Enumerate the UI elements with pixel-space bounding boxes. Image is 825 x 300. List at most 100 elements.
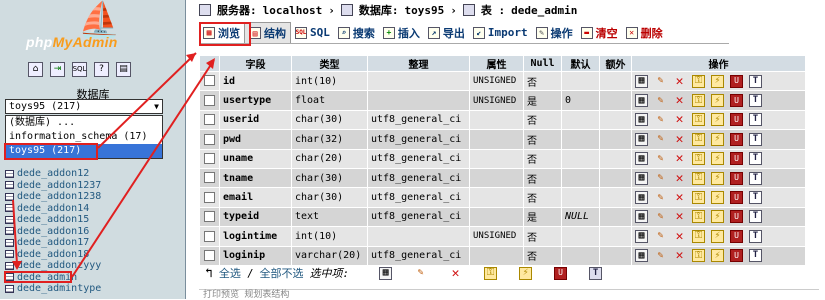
- unique-icon[interactable]: U: [730, 171, 743, 185]
- field-name[interactable]: tname: [219, 167, 292, 189]
- table-list-item[interactable]: dede_addon17: [5, 237, 101, 249]
- browse-icon[interactable]: ▦: [635, 210, 648, 224]
- unique-icon[interactable]: U: [730, 229, 743, 243]
- delete-icon[interactable]: ✕: [673, 191, 686, 204]
- field-name[interactable]: pwd: [219, 129, 292, 150]
- fulltext-icon[interactable]: T: [589, 266, 603, 280]
- fulltext-icon[interactable]: T: [749, 152, 762, 166]
- fulltext-icon[interactable]: T: [749, 74, 762, 88]
- table-list-item[interactable]: dede_addon14: [5, 203, 101, 215]
- delete-icon[interactable]: ✕: [673, 113, 686, 126]
- row-checkbox[interactable]: [204, 191, 215, 203]
- delete-icon[interactable]: ✕: [673, 75, 686, 88]
- table-list-item[interactable]: dede_addon18: [5, 249, 101, 261]
- row-checkbox[interactable]: [204, 249, 215, 261]
- bottom-links[interactable]: 打印预览 规划表结构: [199, 289, 819, 300]
- database-option[interactable]: information_schema (17): [6, 130, 162, 144]
- primary-key-icon[interactable]: ⚿: [692, 229, 705, 243]
- field-name[interactable]: email: [219, 187, 292, 208]
- table-list-item[interactable]: dede_addon16: [5, 226, 101, 238]
- breadcrumb-database[interactable]: toys95: [404, 4, 444, 17]
- uncheck-all-link[interactable]: 全部不选: [259, 265, 303, 281]
- index-icon[interactable]: ⚡: [711, 249, 724, 263]
- edit-icon[interactable]: ✎: [654, 249, 667, 262]
- table-list-item[interactable]: dede_addon1237: [5, 180, 101, 192]
- row-checkbox[interactable]: [204, 94, 215, 106]
- edit-icon[interactable]: ✎: [414, 267, 427, 280]
- unique-icon[interactable]: U: [730, 152, 743, 166]
- tab-empty[interactable]: ▬ 清空: [577, 22, 622, 43]
- browse-icon[interactable]: ▦: [635, 152, 648, 166]
- browse-icon[interactable]: ▦: [635, 249, 648, 263]
- browse-icon[interactable]: ▦: [635, 94, 648, 108]
- database-option[interactable]: (数据库) ...: [6, 116, 162, 130]
- row-checkbox[interactable]: [204, 172, 215, 184]
- edit-icon[interactable]: ✎: [654, 94, 667, 107]
- field-name[interactable]: uname: [219, 148, 292, 169]
- index-icon[interactable]: ⚡: [711, 74, 724, 88]
- unique-icon[interactable]: U: [730, 74, 743, 88]
- unique-icon[interactable]: U: [730, 94, 743, 108]
- primary-key-icon[interactable]: ⚿: [692, 249, 705, 263]
- browse-icon[interactable]: ▦: [635, 113, 648, 127]
- checkbox-cell[interactable]: [199, 226, 220, 247]
- unique-icon[interactable]: U: [554, 266, 568, 280]
- check-all-link[interactable]: 全选: [219, 265, 241, 281]
- exit-icon[interactable]: ⇥: [50, 62, 65, 77]
- row-checkbox[interactable]: [204, 230, 215, 242]
- index-icon[interactable]: ⚡: [711, 113, 724, 127]
- browse-icon[interactable]: ▦: [635, 229, 648, 243]
- breadcrumb-server[interactable]: localhost: [263, 4, 323, 17]
- fulltext-icon[interactable]: T: [749, 113, 762, 127]
- edit-icon[interactable]: ✎: [654, 210, 667, 223]
- tab-structure[interactable]: ▤ 结构: [244, 22, 291, 43]
- field-name[interactable]: logintime: [219, 226, 292, 247]
- primary-key-icon[interactable]: ⚿: [484, 266, 498, 280]
- field-name[interactable]: id: [219, 70, 292, 92]
- checkbox-cell[interactable]: [199, 245, 220, 266]
- edit-icon[interactable]: ✎: [654, 133, 667, 146]
- primary-key-icon[interactable]: ⚿: [692, 191, 705, 205]
- docs-icon[interactable]: ▤: [116, 62, 131, 77]
- browse-icon[interactable]: ▦: [635, 191, 648, 205]
- row-checkbox[interactable]: [204, 75, 215, 87]
- unique-icon[interactable]: U: [730, 132, 743, 146]
- edit-icon[interactable]: ✎: [654, 191, 667, 204]
- edit-icon[interactable]: ✎: [654, 75, 667, 88]
- tab-drop[interactable]: ✕ 删除: [622, 22, 667, 43]
- unique-icon[interactable]: U: [730, 249, 743, 263]
- edit-icon[interactable]: ✎: [654, 152, 667, 165]
- checkbox-cell[interactable]: [199, 167, 220, 189]
- unique-icon[interactable]: U: [730, 210, 743, 224]
- field-name[interactable]: typeid: [219, 206, 292, 228]
- index-icon[interactable]: ⚡: [711, 229, 724, 243]
- checkbox-cell[interactable]: [199, 129, 220, 150]
- edit-icon[interactable]: ✎: [654, 113, 667, 126]
- delete-icon[interactable]: ✕: [673, 210, 686, 223]
- phpmyadmin-logo[interactable]: ⛵ phpMyAdmin: [18, 2, 168, 54]
- tab-search[interactable]: ⌕ 搜索: [334, 22, 379, 43]
- checkbox-cell[interactable]: [199, 90, 220, 111]
- field-name[interactable]: usertype: [219, 90, 292, 111]
- field-name[interactable]: userid: [219, 109, 292, 131]
- fulltext-icon[interactable]: T: [749, 229, 762, 243]
- table-list-item[interactable]: dede_addon1238: [5, 191, 101, 203]
- breadcrumb-table[interactable]: dede_admin: [511, 4, 577, 17]
- database-select[interactable]: toys95 (217) ▼: [5, 99, 163, 114]
- fulltext-icon[interactable]: T: [749, 249, 762, 263]
- primary-key-icon[interactable]: ⚿: [692, 210, 705, 224]
- checkbox-cell[interactable]: [199, 187, 220, 208]
- row-checkbox[interactable]: [204, 211, 215, 223]
- tab-import[interactable]: ↙ Import: [469, 22, 532, 43]
- table-list-item[interactable]: dede_addonzyyy: [5, 260, 101, 272]
- unique-icon[interactable]: U: [730, 113, 743, 127]
- edit-icon[interactable]: ✎: [654, 230, 667, 243]
- primary-key-icon[interactable]: ⚿: [692, 94, 705, 108]
- primary-key-icon[interactable]: ⚿: [692, 152, 705, 166]
- browse-icon[interactable]: ▦: [635, 132, 648, 146]
- edit-icon[interactable]: ✎: [654, 172, 667, 185]
- index-icon[interactable]: ⚡: [711, 94, 724, 108]
- checkbox-cell[interactable]: [199, 109, 220, 131]
- index-icon[interactable]: ⚡: [711, 152, 724, 166]
- fulltext-icon[interactable]: T: [749, 191, 762, 205]
